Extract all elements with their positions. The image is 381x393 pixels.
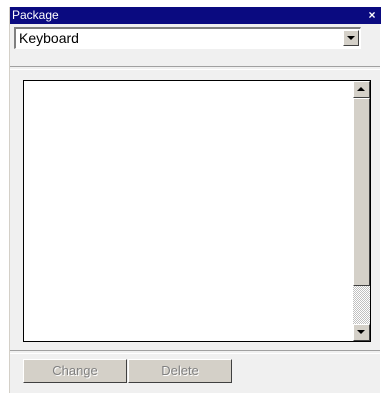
scroll-track[interactable] [353,286,370,324]
chevron-down-icon [347,36,355,40]
divider-top [10,66,380,70]
divider-bottom [10,350,380,354]
vertical-scrollbar[interactable] [353,81,370,341]
change-button[interactable]: Change [23,359,127,383]
window-title: Package [12,8,59,22]
arrow-up-icon [357,87,365,91]
package-listbox[interactable] [23,80,371,342]
package-dropdown-value: Keyboard [19,30,79,46]
package-dropdown[interactable]: Keyboard [14,27,361,49]
close-icon[interactable]: × [366,7,378,24]
arrow-down-icon [357,330,365,334]
dropdown-button[interactable] [343,30,359,46]
delete-button[interactable]: Delete [128,359,232,383]
titlebar: Package × [10,7,381,24]
scroll-thumb[interactable] [353,98,370,286]
scroll-down-button[interactable] [353,324,370,341]
scroll-up-button[interactable] [353,81,370,98]
